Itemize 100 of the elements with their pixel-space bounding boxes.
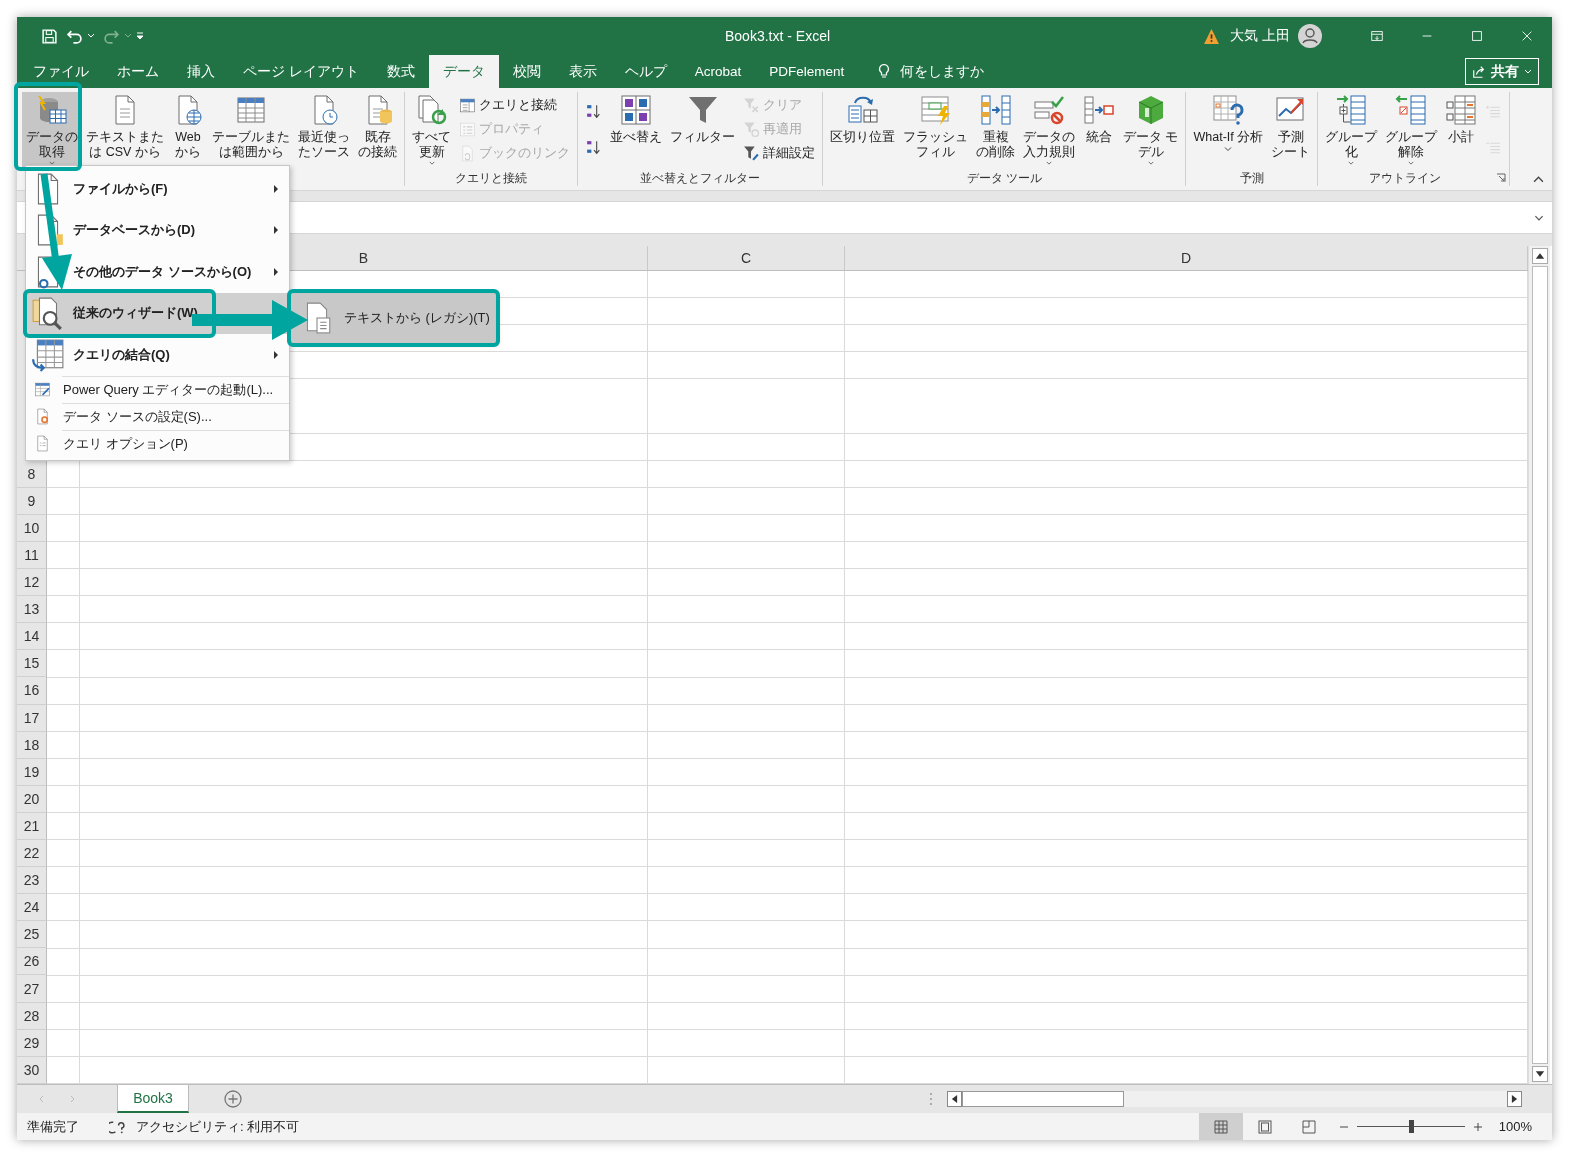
scroll-thumb[interactable] [962,1091,1124,1107]
scroll-up-icon[interactable] [1531,248,1548,264]
ribbon-button[interactable]: 並べ替え [606,92,666,168]
row-header[interactable]: 10 [17,514,47,542]
maximize-icon[interactable] [1470,29,1484,43]
menu-item[interactable]: データ ソースの設定(S)... [26,403,289,430]
column-header[interactable]: D [845,246,1528,271]
avatar-icon[interactable] [1298,24,1322,48]
ribbon-tab[interactable]: ページ レイアウト [229,55,373,88]
row-header[interactable]: 13 [17,596,47,624]
row-header[interactable]: 9 [17,487,47,515]
row-header[interactable]: 19 [17,758,47,786]
zoom-in-icon[interactable] [1472,1121,1483,1132]
ribbon-button[interactable]: データの 入力規則 [1019,92,1079,168]
ribbon-button[interactable]: 既存 の接続 [354,92,401,168]
ribbon-button[interactable]: 統合 [1079,92,1119,168]
ribbon-tab[interactable]: PDFelement [755,55,859,88]
menu-item[interactable]: ファイルから(F) [26,168,289,210]
ribbon-button[interactable]: グループ 化 [1321,92,1382,168]
sort-descending-icon [585,138,602,156]
zoom-level[interactable]: 100% [1498,1119,1532,1134]
ribbon-button[interactable]: What-If 分析 [1189,92,1268,168]
row-header[interactable]: 16 [17,677,47,705]
row-header[interactable]: 24 [17,894,47,922]
ribbon-display-icon[interactable] [1370,29,1384,43]
menu-item[interactable]: テキストから (レガシ)(T) [292,294,495,342]
vertical-scrollbar[interactable] [1528,246,1550,1084]
ribbon-tab[interactable]: 数式 [372,55,429,88]
ribbon-tab[interactable]: 校閲 [498,55,555,88]
ribbon-tab[interactable]: ヘルプ [610,55,681,88]
refresh-icon [415,94,448,126]
row-header[interactable]: 23 [17,867,47,895]
tell-me-field[interactable]: 何をしますか [900,62,985,81]
menu-item[interactable]: クエリの結合(Q) [26,334,289,376]
row-header[interactable]: 14 [17,623,47,651]
scroll-thumb[interactable] [1531,266,1548,1064]
normal-view-button[interactable] [1198,1113,1243,1140]
row-header[interactable]: 11 [17,541,47,570]
ribbon-button[interactable]: 重複 の削除 [972,92,1019,168]
ribbon-button[interactable]: データ モ デル [1119,92,1183,168]
ribbon-tab[interactable]: Acrobat [680,55,756,88]
collapse-ribbon-icon[interactable] [1533,174,1544,185]
group-label: アウトライン [1368,170,1441,186]
share-button[interactable]: 共有 [1465,58,1539,85]
row-header[interactable]: 20 [17,785,47,813]
group-label: 予測 [1239,170,1264,186]
ribbon-button[interactable]: 最近使っ たソース [294,92,354,168]
ribbon-tab[interactable]: データ [428,55,499,88]
sheet-tab[interactable]: Book3 [117,1085,189,1113]
row-header[interactable]: 22 [17,840,47,868]
ribbon-button[interactable]: 予測 シート [1267,92,1315,168]
row-header[interactable]: 30 [17,1056,47,1084]
caret-icon [1224,145,1233,153]
caret-icon [427,160,436,166]
row-header[interactable]: 28 [17,1002,47,1030]
row-header[interactable]: 12 [17,569,47,597]
close-icon[interactable] [1520,29,1534,43]
row-header[interactable]: 21 [17,812,47,840]
scroll-left-icon[interactable] [947,1091,962,1107]
ribbon-tab[interactable]: ホーム [103,55,173,88]
row-header[interactable]: 29 [17,1029,47,1057]
dialog-launcher-icon[interactable] [1496,173,1507,183]
caret-icon[interactable] [87,32,95,40]
row-header[interactable]: 8 [17,460,47,488]
row-header[interactable]: 27 [17,975,47,1003]
ribbon-button[interactable]: グループ 解除 [1381,92,1442,168]
scroll-right-icon[interactable] [1507,1091,1522,1107]
ribbon-button[interactable]: 区切り位置 [826,92,899,168]
customize-icon[interactable] [136,32,144,40]
scroll-down-icon[interactable] [1531,1066,1548,1082]
horizontal-scrollbar[interactable] [947,1091,1522,1107]
ribbon-tab[interactable]: 表示 [554,55,611,88]
row-header[interactable]: 17 [17,704,47,732]
menu-item[interactable]: クエリ オプション(P) [26,430,289,457]
ribbon-button[interactable]: フラッシュ フィル [899,92,972,168]
ribbon-button[interactable]: すべて 更新 [408,92,455,168]
add-sheet-icon[interactable] [223,1089,243,1109]
save-icon[interactable] [41,27,58,45]
ribbon-button[interactable]: フィルター [666,92,739,168]
warning-icon[interactable] [1203,27,1221,45]
menu-item[interactable]: Power Query エディターの起動(L)... [26,376,289,403]
caret-icon [1347,160,1356,166]
row-header[interactable]: 26 [17,948,47,976]
user-name[interactable]: 大気 上田 [1230,27,1290,45]
consolidate-icon [1083,94,1115,126]
group-rows-icon [1335,94,1368,126]
ribbon-button[interactable]: クエリと接続 [459,94,570,116]
row-header[interactable]: 18 [17,731,47,759]
submenu-arrow-icon [273,226,279,235]
accessibility-status[interactable]: アクセシビリティ: 利用不可 [136,1117,300,1136]
row-header[interactable]: 15 [17,650,47,678]
ribbon-tab[interactable]: ファイル [19,55,103,88]
ribbon-button[interactable]: 小計 [1441,92,1482,168]
column-header[interactable]: C [648,246,845,271]
row-header[interactable]: 25 [17,921,47,949]
ribbon-button[interactable]: テキストまた は CSV から [82,92,168,168]
accessibility-icon[interactable] [109,1118,126,1135]
splitter-handle-icon[interactable] [929,1092,933,1106]
ribbon-tab[interactable]: 挿入 [173,55,229,88]
ribbon-button[interactable]: 詳細設定 [743,142,815,164]
